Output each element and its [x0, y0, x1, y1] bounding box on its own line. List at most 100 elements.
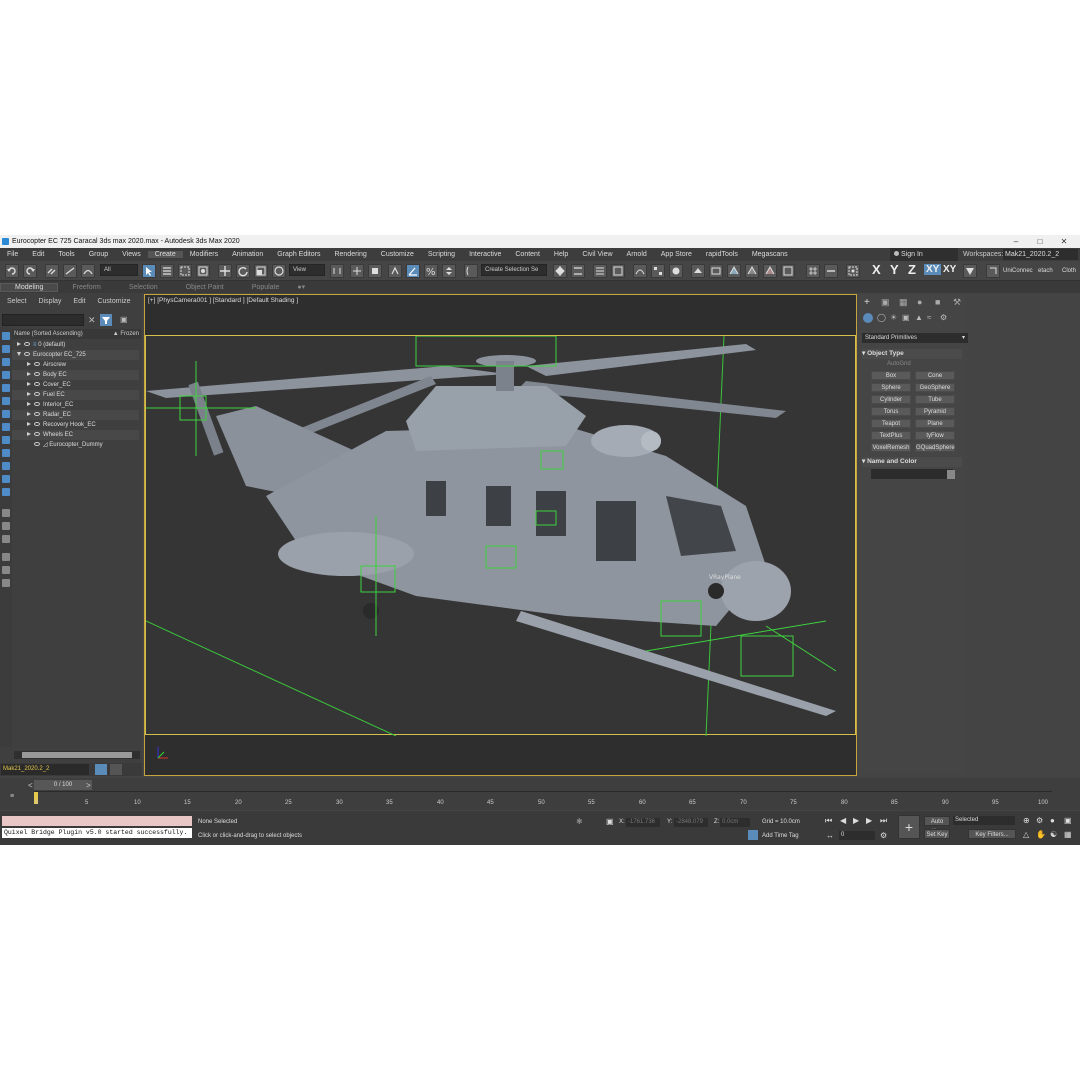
percent-snap-icon[interactable]: % — [424, 264, 438, 278]
object-color-swatch[interactable] — [947, 470, 955, 479]
visibility-icon[interactable] — [34, 402, 40, 407]
menu-animation[interactable]: Animation — [225, 251, 270, 258]
reference-coordinate-dropdown[interactable]: View — [289, 264, 325, 276]
render-vray-icon[interactable] — [763, 264, 777, 278]
tab-object-paint[interactable]: Object Paint — [172, 284, 238, 291]
current-layer-dropdown[interactable]: Mak21_2020.2_2 — [1, 764, 89, 775]
y-coordinate-field[interactable]: -2848.079 — [674, 818, 708, 827]
menu-group[interactable]: Group — [82, 251, 115, 258]
display-invert-icon[interactable] — [2, 522, 10, 530]
box-button[interactable]: Box — [871, 371, 911, 380]
display-lights-icon[interactable] — [2, 371, 10, 379]
render-iterative-icon[interactable] — [745, 264, 759, 278]
bind-space-warp-icon[interactable] — [81, 264, 95, 278]
key-mode-icon[interactable]: ↔ — [826, 831, 834, 840]
display-containers-icon[interactable] — [2, 462, 10, 470]
rotate-icon[interactable] — [236, 264, 250, 278]
list-item[interactable]: Airscrew — [12, 360, 139, 370]
angle-snap-icon[interactable] — [406, 264, 420, 278]
expand-icon[interactable] — [27, 372, 31, 376]
set-keys-icon[interactable]: + — [898, 815, 920, 839]
display-all-icon[interactable] — [2, 509, 10, 517]
maximize-button[interactable]: □ — [1028, 235, 1052, 248]
align-icon[interactable] — [571, 264, 585, 278]
go-to-start-icon[interactable]: ⏮ — [825, 816, 832, 826]
torus-button[interactable]: Torus — [871, 407, 911, 416]
textplus-button[interactable]: TextPlus — [871, 431, 911, 440]
display-frozen-icon[interactable] — [2, 475, 10, 483]
key-filters-button[interactable]: Key Filters... — [968, 829, 1016, 839]
scene-menu-edit[interactable]: Edit — [66, 298, 90, 310]
visibility-icon[interactable] — [24, 342, 30, 347]
motion-tab-icon[interactable]: ● — [917, 297, 922, 307]
display-none-icon[interactable] — [2, 332, 10, 340]
display-geometry-icon[interactable] — [2, 345, 10, 353]
cylinder-button[interactable]: Cylinder — [871, 395, 911, 404]
minimize-button[interactable]: – — [1004, 235, 1028, 248]
list-item[interactable]: Eurocopter EC_725 — [12, 350, 139, 360]
list-item[interactable]: Recovery Hook_EC — [12, 420, 139, 430]
menu-graph-editors[interactable]: Graph Editors — [270, 251, 327, 258]
autogrid-checkbox[interactable]: AutoGrid — [887, 361, 911, 367]
list-item[interactable]: Body EC — [12, 370, 139, 380]
create-tab-icon[interactable]: + — [864, 297, 870, 308]
placement-icon[interactable] — [272, 264, 286, 278]
hierarchy-tab-icon[interactable]: ▦ — [899, 297, 908, 308]
undo-icon[interactable] — [5, 264, 19, 278]
maxscript-listener-input[interactable] — [2, 816, 192, 826]
isolate-selection-icon[interactable]: ✱ — [576, 817, 583, 826]
visibility-icon[interactable] — [34, 422, 40, 427]
x-coordinate-field[interactable]: -1761.736 — [626, 818, 660, 827]
object-type-rollout[interactable]: ▾ Object Type — [862, 349, 962, 359]
snaps-toggle-icon[interactable] — [388, 264, 402, 278]
scale-icon[interactable] — [254, 264, 268, 278]
menu-app-store[interactable]: App Store — [654, 251, 699, 258]
current-frame-field[interactable]: 0 — [839, 831, 875, 840]
menu-scripting[interactable]: Scripting — [421, 251, 462, 258]
next-frame-icon[interactable]: > — [86, 781, 91, 790]
menu-tools[interactable]: Tools — [51, 251, 81, 258]
visibility-icon[interactable] — [34, 362, 40, 367]
schematic-view-icon[interactable] — [651, 264, 665, 278]
expand-icon[interactable] — [27, 392, 31, 396]
plane-button[interactable]: Plane — [915, 419, 955, 428]
maximize-viewport-icon[interactable]: ▦ — [1064, 830, 1072, 839]
column-frozen[interactable]: ▲ Frozen — [113, 329, 139, 339]
prev-frame-icon[interactable]: < — [28, 781, 33, 790]
detach-label[interactable]: etach — [1038, 268, 1053, 274]
curve-editor-icon[interactable] — [633, 264, 647, 278]
primitive-category-dropdown[interactable]: Standard Primitives ▾ — [862, 333, 968, 343]
lock-icon[interactable]: ▣ — [120, 315, 128, 324]
spinner-snap-icon[interactable] — [442, 264, 456, 278]
tube-button[interactable]: Tube — [915, 395, 955, 404]
play-icon[interactable]: ▶ — [853, 816, 859, 825]
display-helpers-icon[interactable] — [2, 397, 10, 405]
track-bar[interactable]: 0 5 10 15 20 25 30 35 40 45 50 55 60 65 … — [34, 791, 1052, 806]
previous-key-icon[interactable]: ◀ — [840, 816, 846, 825]
menu-rapidtools[interactable]: rapidTools — [699, 251, 745, 258]
move-icon[interactable] — [218, 264, 232, 278]
teapot-button[interactable]: Teapot — [871, 419, 911, 428]
list-item[interactable]: ◿ Eurocopter_Dummy — [12, 440, 139, 450]
zoom-icon[interactable]: ⊕ — [1023, 816, 1030, 825]
sync-selection-icon[interactable] — [2, 566, 10, 574]
material-editor-icon[interactable] — [669, 264, 683, 278]
select-by-name-icon[interactable] — [160, 264, 174, 278]
rectangular-selection-icon[interactable] — [178, 264, 192, 278]
scrollbar-thumb[interactable] — [22, 752, 132, 758]
gquadsphere-button[interactable]: GQuadSphere — [915, 443, 955, 452]
cone-button[interactable]: Cone — [915, 371, 955, 380]
toggle-layer-explorer-icon[interactable] — [611, 264, 625, 278]
add-time-tag-button[interactable]: Add Time Tag — [762, 833, 799, 839]
visibility-icon[interactable] — [34, 392, 40, 397]
zoom-extents-all-icon[interactable]: ▣ — [1064, 816, 1072, 825]
lock-cell-icon[interactable] — [2, 579, 10, 587]
object-name-input[interactable] — [871, 469, 953, 479]
render-setup-icon[interactable] — [691, 264, 705, 278]
time-slider[interactable]: 0 / 100 — [34, 780, 92, 790]
space-warps-icon[interactable]: ≈ — [927, 313, 931, 322]
expand-icon[interactable] — [27, 402, 31, 406]
menu-rendering[interactable]: Rendering — [327, 251, 373, 258]
axis-z-constraint[interactable]: Z — [908, 262, 916, 277]
menu-modifiers[interactable]: Modifiers — [183, 251, 225, 258]
